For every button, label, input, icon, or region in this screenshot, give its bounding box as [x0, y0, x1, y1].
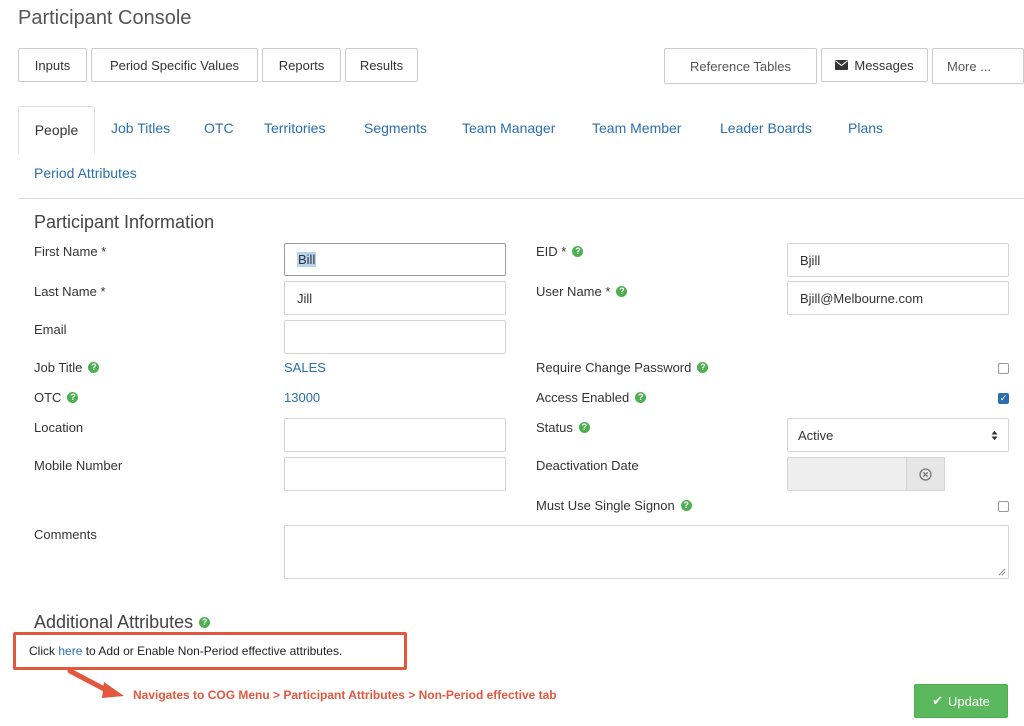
email-label: Email — [34, 322, 67, 337]
select-arrows-icon — [991, 430, 998, 440]
otc-link[interactable]: 13000 — [284, 390, 320, 405]
messages-label: Messages — [854, 57, 914, 73]
user-name-input[interactable]: Bjill@Melbourne.com — [787, 281, 1009, 315]
job-title-link[interactable]: SALES — [284, 360, 326, 375]
tab-territories[interactable]: Territories — [264, 106, 325, 150]
results-button[interactable]: Results — [345, 48, 418, 82]
tab-people[interactable]: People — [18, 106, 95, 154]
first-name-value: Bill — [297, 252, 317, 267]
help-icon[interactable]: ? — [67, 392, 79, 403]
tab-divider — [18, 198, 1024, 199]
callout-text-before: Click — [29, 644, 59, 658]
require-change-password-checkbox[interactable] — [998, 363, 1009, 374]
comments-textarea[interactable] — [284, 525, 1009, 579]
additional-attributes-title-text: Additional Attributes — [34, 612, 194, 632]
first-name-input[interactable]: Bill — [284, 243, 506, 276]
user-name-value: Bjill@Melbourne.com — [800, 290, 924, 306]
section-title: Participant Information — [34, 212, 215, 232]
job-title-label: Job Title ? — [34, 360, 100, 375]
status-label-text: Status — [536, 420, 573, 435]
single-signon-label-text: Must Use Single Signon — [536, 498, 675, 513]
mobile-number-label: Mobile Number — [34, 458, 123, 473]
update-button[interactable]: ✔ Update — [914, 684, 1008, 718]
additional-attributes-title: Additional Attributes ? — [34, 612, 211, 633]
resize-handle-icon[interactable] — [998, 568, 1006, 576]
tab-period-attributes[interactable]: Period Attributes — [34, 151, 137, 195]
annotation-arrow-icon — [67, 668, 124, 698]
comments-label: Comments — [34, 527, 97, 542]
eid-label: EID * ? — [536, 244, 584, 259]
update-label: Update — [947, 693, 990, 709]
location-input[interactable] — [284, 418, 506, 452]
single-signon-checkbox[interactable] — [998, 501, 1009, 512]
here-link[interactable]: here — [58, 644, 82, 658]
otc-label: OTC ? — [34, 390, 79, 405]
single-signon-label: Must Use Single Signon ? — [536, 498, 692, 513]
access-enabled-label-text: Access Enabled — [536, 390, 630, 405]
last-name-value: Jill — [297, 290, 313, 306]
job-title-label-text: Job Title — [34, 360, 83, 375]
help-icon[interactable]: ? — [88, 362, 100, 373]
otc-label-text: OTC — [34, 390, 62, 405]
user-name-label-text: User Name * — [536, 284, 611, 299]
help-icon[interactable]: ? — [199, 617, 211, 628]
deactivation-date-input[interactable] — [787, 457, 907, 491]
tab-otc[interactable]: OTC — [204, 106, 234, 150]
tab-team-member[interactable]: Team Member — [592, 106, 681, 150]
location-label: Location — [34, 420, 84, 435]
first-name-label: First Name * — [34, 244, 107, 259]
inputs-button[interactable]: Inputs — [18, 48, 87, 82]
check-icon: ✔ — [932, 693, 943, 708]
page-title: Participant Console — [18, 7, 192, 29]
tab-segments[interactable]: Segments — [364, 106, 427, 150]
eid-value: Bjill — [800, 252, 821, 268]
deactivation-date-label: Deactivation Date — [536, 458, 639, 473]
access-enabled-checkbox[interactable]: ✓ — [998, 393, 1009, 404]
checkmark-icon: ✓ — [999, 393, 1008, 403]
messages-button[interactable]: Messages — [821, 48, 928, 82]
tab-team-manager[interactable]: Team Manager — [462, 106, 555, 150]
last-name-label: Last Name * — [34, 284, 106, 299]
envelope-icon — [835, 60, 849, 70]
require-change-password-label-text: Require Change Password — [536, 360, 692, 375]
help-icon[interactable]: ? — [680, 500, 692, 511]
help-icon[interactable]: ? — [635, 392, 647, 403]
clear-date-button[interactable] — [907, 457, 945, 491]
tab-plans[interactable]: Plans — [848, 106, 883, 150]
tab-job-titles[interactable]: Job Titles — [111, 106, 170, 150]
period-specific-values-button[interactable]: Period Specific Values — [91, 48, 258, 82]
eid-input[interactable]: Bjill — [787, 243, 1009, 277]
last-name-input[interactable]: Jill — [284, 281, 506, 315]
user-name-label: User Name * ? — [536, 284, 628, 299]
help-icon[interactable]: ? — [578, 422, 590, 433]
reference-tables-button[interactable]: Reference Tables — [664, 48, 817, 84]
tab-leader-boards[interactable]: Leader Boards — [720, 106, 812, 150]
access-enabled-label: Access Enabled ? — [536, 390, 647, 405]
clear-circle-icon — [919, 467, 932, 481]
attributes-callout: Click here to Add or Enable Non-Period e… — [13, 632, 407, 670]
callout-text-after: to Add or Enable Non-Period effective at… — [82, 644, 343, 658]
require-change-password-label: Require Change Password ? — [536, 360, 709, 375]
mobile-number-input[interactable] — [284, 457, 506, 491]
help-icon[interactable]: ? — [697, 362, 709, 373]
help-icon[interactable]: ? — [616, 286, 628, 297]
eid-label-text: EID * — [536, 244, 567, 259]
annotation-text: Navigates to COG Menu > Participant Attr… — [133, 688, 557, 702]
email-input[interactable] — [284, 320, 506, 354]
status-value: Active — [798, 427, 834, 443]
reports-button[interactable]: Reports — [262, 48, 341, 82]
status-label: Status ? — [536, 420, 590, 435]
help-icon[interactable]: ? — [572, 246, 584, 257]
more-button[interactable]: More ... — [932, 48, 1024, 84]
status-select[interactable]: Active — [787, 418, 1009, 452]
